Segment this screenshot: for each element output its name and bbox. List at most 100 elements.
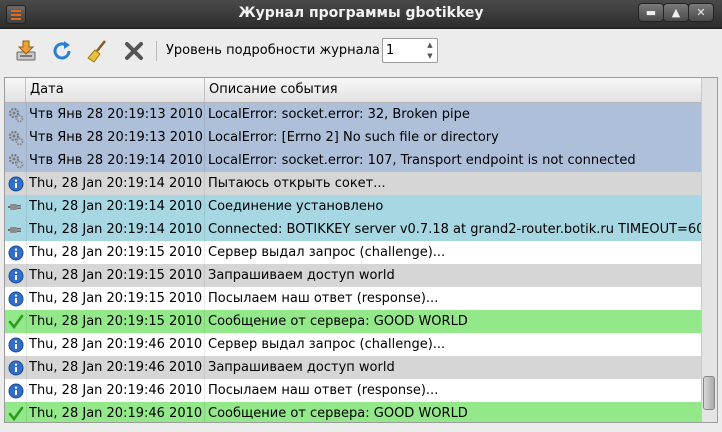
row-date: Thu, 28 Jan 20:19:46 2010	[29, 360, 203, 375]
cell-divider	[204, 172, 205, 195]
row-date: Thu, 28 Jan 20:19:15 2010	[29, 268, 203, 283]
table-row[interactable]: Thu, 28 Jan 20:19:15 2010 Сообщение от се…	[5, 310, 703, 333]
row-description: Запрашиваем доступ world	[208, 360, 395, 375]
cell-divider	[26, 172, 27, 195]
info-icon	[5, 264, 26, 287]
maximize-button[interactable]: ▲	[663, 3, 689, 22]
spin-down-icon[interactable]: ▼	[425, 51, 435, 61]
info-icon	[5, 333, 26, 356]
table-row[interactable]: Thu, 28 Jan 20:19:15 2010 Запрашиваем дос…	[5, 264, 703, 287]
cell-divider	[26, 195, 27, 218]
close-icon: ✕	[696, 6, 706, 19]
column-header-date[interactable]: Дата	[26, 78, 205, 102]
clear-log-button[interactable]	[84, 37, 112, 65]
cell-divider	[204, 103, 205, 126]
plug-icon	[5, 218, 26, 241]
row-description: Пытаюсь открыть сокет...	[208, 176, 386, 191]
cell-divider	[26, 218, 27, 241]
vertical-scrollbar[interactable]	[701, 78, 717, 422]
row-description: LocalError: socket.error: 107, Transport…	[208, 153, 636, 168]
cell-divider	[26, 333, 27, 356]
column-header-icon[interactable]	[5, 78, 26, 102]
cell-divider	[26, 310, 27, 333]
row-date: Thu, 28 Jan 20:19:46 2010	[29, 337, 203, 352]
table-row[interactable]: Thu, 28 Jan 20:19:46 2010 Посылаем наш от…	[5, 379, 703, 402]
cell-divider	[26, 103, 27, 126]
cell-divider	[26, 379, 27, 402]
info-icon	[5, 356, 26, 379]
table-header: Дата Описание события	[5, 78, 703, 103]
save-down-arrow-icon	[16, 40, 36, 61]
delete-button[interactable]	[120, 37, 148, 65]
refresh-button[interactable]	[48, 37, 76, 65]
spin-up-icon[interactable]: ▲	[425, 40, 435, 50]
table-row[interactable]: Чтв Янв 28 20:19:13 2010 LocalError: [Err…	[5, 126, 703, 149]
table-row[interactable]: Чтв Янв 28 20:19:14 2010 LocalError: sock…	[5, 149, 703, 172]
row-description: Запрашиваем доступ world	[208, 268, 395, 283]
scrollbar-thumb[interactable]	[703, 376, 715, 410]
row-description: Сервер выдал запрос (challenge)...	[208, 337, 446, 352]
title-bar[interactable]: Журнал программы gbotikkey ▬ ▲ ✕	[0, 0, 722, 29]
window-bottom-edge	[0, 424, 722, 432]
delete-x-icon	[125, 42, 143, 60]
plug-icon	[5, 195, 26, 218]
cell-divider	[204, 195, 205, 218]
minimize-button[interactable]: ▬	[638, 3, 664, 22]
row-description: Посылаем наш ответ (response)...	[208, 291, 439, 306]
row-date: Thu, 28 Jan 20:19:15 2010	[29, 245, 203, 260]
minimize-icon: ▬	[645, 6, 657, 19]
cell-divider	[26, 126, 27, 149]
table-row[interactable]: Thu, 28 Jan 20:19:15 2010 Сервер выдал за…	[5, 241, 703, 264]
table-row[interactable]: Thu, 28 Jan 20:19:14 2010 Пытаюсь открыть…	[5, 172, 703, 195]
table-row[interactable]: Thu, 28 Jan 20:19:14 2010 Connected: BOTI…	[5, 218, 703, 241]
table-body: Чтв Янв 28 20:19:13 2010 LocalError: sock…	[5, 103, 703, 422]
close-button[interactable]: ✕	[688, 3, 714, 22]
row-date: Чтв Янв 28 20:19:13 2010	[29, 130, 203, 145]
cell-divider	[204, 126, 205, 149]
row-date: Thu, 28 Jan 20:19:46 2010	[29, 406, 203, 421]
save-log-button[interactable]	[12, 37, 40, 65]
checkmark-icon	[5, 310, 26, 333]
cell-divider	[26, 287, 27, 310]
table-row[interactable]: Thu, 28 Jan 20:19:14 2010 Соединение уста…	[5, 195, 703, 218]
cell-divider	[204, 402, 205, 422]
table-row[interactable]: Чтв Янв 28 20:19:13 2010 LocalError: sock…	[5, 103, 703, 126]
log-level-spinbox[interactable]: ▲ ▼	[382, 38, 438, 63]
info-icon	[5, 241, 26, 264]
cell-divider	[26, 402, 27, 422]
row-date: Thu, 28 Jan 20:19:15 2010	[29, 314, 203, 329]
cell-divider	[204, 218, 205, 241]
gears-icon	[5, 149, 26, 172]
row-description: LocalError: [Errno 2] No such file or di…	[208, 130, 499, 145]
log-table[interactable]: Дата Описание события Чтв Янв 28 20:19:1…	[4, 77, 718, 423]
cell-divider	[26, 356, 27, 379]
row-date: Thu, 28 Jan 20:19:14 2010	[29, 199, 203, 214]
table-row[interactable]: Thu, 28 Jan 20:19:15 2010 Посылаем наш от…	[5, 287, 703, 310]
row-date: Thu, 28 Jan 20:19:14 2010	[29, 222, 203, 237]
table-row[interactable]: Thu, 28 Jan 20:19:46 2010 Запрашиваем дос…	[5, 356, 703, 379]
toolbar-separator	[156, 41, 157, 61]
table-row[interactable]: Thu, 28 Jan 20:19:46 2010 Сервер выдал за…	[5, 333, 703, 356]
row-description: Сообщение от сервера: GOOD WORLD	[208, 406, 468, 421]
cell-divider	[204, 149, 205, 172]
cell-divider	[204, 356, 205, 379]
row-description: Сообщение от сервера: GOOD WORLD	[208, 314, 468, 329]
cell-divider	[204, 379, 205, 402]
row-date: Thu, 28 Jan 20:19:15 2010	[29, 291, 203, 306]
info-icon	[5, 379, 26, 402]
log-window: Журнал программы gbotikkey ▬ ▲ ✕ Уровень…	[0, 0, 722, 432]
cell-divider	[204, 241, 205, 264]
log-level-input[interactable]	[386, 42, 422, 59]
refresh-icon	[53, 41, 71, 60]
gears-icon	[5, 103, 26, 126]
cell-divider	[26, 241, 27, 264]
window-title: Журнал программы gbotikkey	[238, 5, 484, 21]
cell-divider	[26, 149, 27, 172]
column-header-description[interactable]: Описание события	[205, 78, 703, 102]
table-row[interactable]: Thu, 28 Jan 20:19:46 2010 Сообщение от се…	[5, 402, 703, 422]
cell-divider	[204, 333, 205, 356]
broom-icon	[87, 40, 106, 63]
info-icon	[5, 287, 26, 310]
cell-divider	[204, 264, 205, 287]
row-description: LocalError: socket.error: 32, Broken pip…	[208, 107, 470, 122]
